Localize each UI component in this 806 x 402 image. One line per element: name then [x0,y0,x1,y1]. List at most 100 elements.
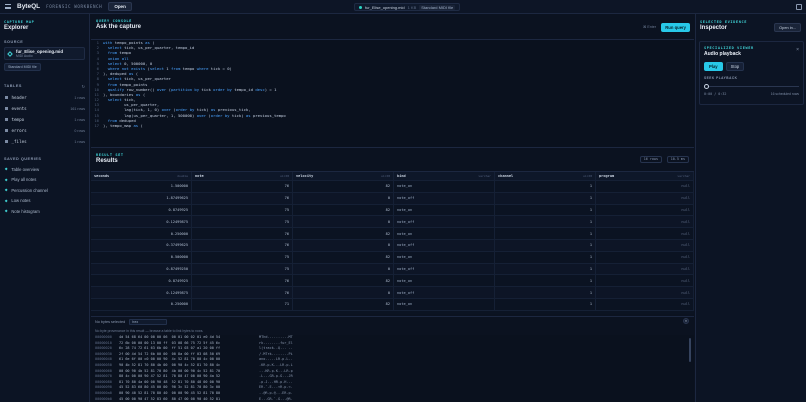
open-in-button[interactable]: Open in... [774,23,801,32]
hex-viewer[interactable]: 00000000 4d 54 68 64 00 00 00 06 00 01 00… [91,335,694,402]
saved-query-item[interactable]: Play all notes [0,175,89,186]
table-cell: null [596,181,694,192]
table-cell: 0 [293,216,394,228]
column-name: velocity [296,174,314,178]
table-row[interactable]: 0.12499875 75 0 note_off 1 null [91,216,694,229]
tables-heading: TABLES [4,84,22,88]
table-name: errors [11,128,27,133]
table-cell: note_on [394,275,495,287]
table-cell: 82 [293,298,394,310]
table-count: 1 rows [74,95,85,100]
table-count: 1 rows [74,117,85,122]
column-name: channel [498,174,514,178]
table-row[interactable]: 0.250000 71 82 note_on 1 null [91,298,694,311]
table-row[interactable]: 0.37499625 76 0 note_off 1 null [91,239,694,252]
column-header[interactable]: seconds double [91,172,192,180]
table-cell: null [596,287,694,298]
window-toggle-icon[interactable] [796,4,802,10]
code-text: ), tempo_map as ( [103,123,143,128]
table-cell: 76 [192,275,293,287]
table-item-tempo[interactable]: tempo 1 rows [0,114,89,125]
table-cell: 0.250000 [91,228,192,239]
file-format-tag: Standard MIDI file [419,4,456,10]
saved-queries-heading: SAVED QUERIES [4,157,42,161]
table-cell: 76 [192,287,293,298]
table-row[interactable]: 0.250000 76 82 note_on 1 null [91,228,694,240]
table-cell: 1.500000 [91,181,192,192]
table-cell: 1 [495,216,596,228]
column-header[interactable]: velocity uint8 [293,172,394,180]
seek-label: SEEK PLAYBACK [704,76,738,80]
menu-icon[interactable] [5,4,11,9]
stop-button[interactable]: Stop [725,62,745,71]
refresh-icon[interactable]: ↻ [82,84,85,89]
table-icon [5,96,8,99]
play-button[interactable]: Play [704,62,723,71]
close-bytes-icon[interactable]: × [683,318,689,324]
table-item-header[interactable]: header 1 rows [0,92,89,103]
hex-ascii: E...GR.`.G...@R. [259,396,293,401]
table-cell: note_off [394,287,495,298]
saved-query-item[interactable]: Percussion channel [0,185,89,196]
results-header: RESULT SET Results [91,150,694,169]
column-type: uint8 [582,174,592,178]
table-cell: 0.250000 [91,298,192,310]
open-button[interactable]: Open [108,2,132,11]
column-header[interactable]: program varchar [596,172,694,180]
column-header[interactable]: note uint8 [192,172,293,180]
table-row[interactable]: 0.500000 75 82 note_on 1 null [91,251,694,264]
bytes-toolbar: No bytes selected hex [91,316,694,326]
results-grid: seconds double note uint8 velocity uint8 kind v… [91,171,694,314]
table-item-errors[interactable]: errors 0 rows [0,125,89,136]
table-cell: 76 [192,192,293,204]
saved-query-label: Play all notes [11,177,37,183]
table-row[interactable]: 1.87499625 76 0 note_off 1 null [91,192,694,205]
row-count-badge: 16 rows [639,156,662,163]
column-name: program [599,174,615,178]
saved-query-list: Table overview Play all notes Percussion… [0,164,89,217]
table-item-events[interactable]: events 161 rows [0,103,89,114]
saved-query-item[interactable]: Table overview [0,164,89,175]
source-format-button[interactable]: Standard MIDI file [4,63,41,71]
saved-query-item[interactable]: Note histogram [0,206,89,217]
run-query-button[interactable]: Run query [661,23,690,32]
query-icon [4,209,8,213]
query-icon [4,199,8,203]
table-row[interactable]: 1.500000 76 82 note_on 1 null [91,181,694,193]
table-row[interactable]: 0.87499250 75 0 note_off 1 null [91,263,694,276]
saved-query-item[interactable]: Low notes [0,196,89,207]
hex-scrollbar[interactable] [689,338,691,362]
table-name: events [11,106,27,111]
table-cell: note_on [394,298,495,310]
saved-query-label: Note histogram [11,208,40,214]
table-cell: null [596,239,694,251]
table-item-files[interactable]: _files 1 rows [0,136,89,147]
shortcut-hint: ⌘ Enter [642,25,656,29]
table-cell: 0 [293,239,394,251]
table-cell: null [596,204,694,216]
viewer-kicker: SPECIALIZED VIEWER [704,46,754,50]
table-row[interactable]: 0.8749925 75 82 note_on 1 null [91,204,694,217]
table-row[interactable]: 0.12499875 76 0 note_off 1 null [91,287,694,299]
close-viewer-icon[interactable]: × [796,47,799,53]
table-row[interactable]: 0.8749925 76 82 note_on 1 null [91,275,694,288]
table-count: 0 rows [74,128,85,133]
encoding-select[interactable]: hex [129,318,168,325]
column-type: double [177,174,188,178]
table-cell: 1.87499625 [91,192,192,204]
table-cell: 82 [293,181,394,192]
table-cell: 82 [293,251,394,263]
table-cell: 1 [495,239,596,251]
seek-slider[interactable] [704,84,799,89]
app-name: ByteQL [17,3,41,10]
column-header[interactable]: channel uint8 [495,172,596,180]
table-cell: 1 [495,287,596,298]
source-heading: SOURCE [4,40,24,44]
seek-knob[interactable] [704,84,709,89]
status-dot-icon [359,5,362,9]
column-header[interactable]: kind varchar [394,172,495,180]
source-card[interactable]: fur_Elise_opening.mid MIDI Audio [4,47,85,60]
sql-editor[interactable]: 1 with tempo_points as (2 select tick, us… [91,39,694,148]
table-cell: 0 [293,192,394,204]
saved-query-label: Percussion channel [11,187,48,193]
